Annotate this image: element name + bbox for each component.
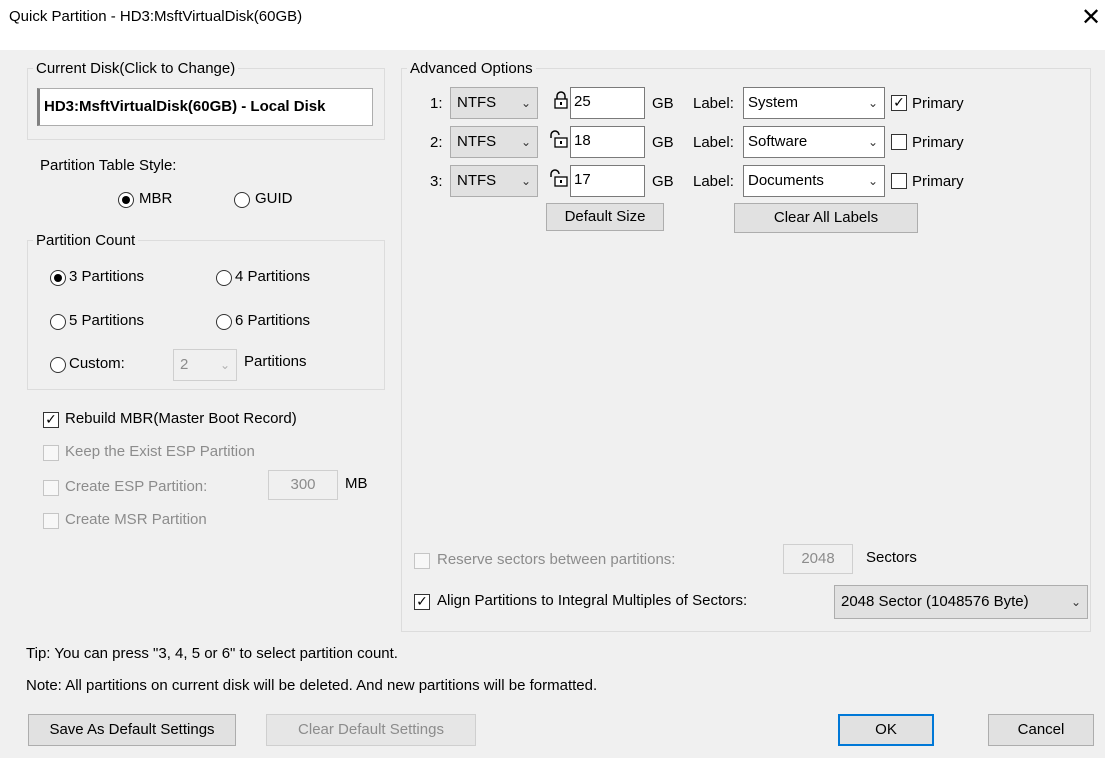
guid-radio[interactable]	[234, 192, 250, 208]
locked-icon[interactable]	[553, 90, 569, 110]
partition-1-size-input[interactable]: 25	[570, 87, 645, 119]
partition-3-label-prefix: Label:	[693, 173, 734, 190]
partition-2-size-unit: GB	[652, 134, 674, 151]
partition-2-fs: NTFS	[457, 133, 497, 150]
partition-3-primary-label: Primary	[912, 173, 964, 190]
five-partitions-radio[interactable]	[50, 314, 66, 330]
rebuild-mbr-checkbox[interactable]: ✓	[43, 412, 59, 428]
partition-2-label-prefix: Label:	[693, 134, 734, 151]
mbr-radio[interactable]	[118, 192, 134, 208]
partition-1-primary-checkbox[interactable]: ✓	[891, 95, 907, 111]
partition-2-primary-checkbox[interactable]	[891, 134, 907, 150]
partition-1-index: 1:	[430, 95, 443, 112]
partition-1-fs: NTFS	[457, 94, 497, 111]
four-partitions-label: 4 Partitions	[235, 268, 311, 285]
partition-2-label-value: Software	[748, 133, 808, 150]
esp-size-input[interactable]: 300	[268, 470, 338, 500]
rebuild-mbr-label: Rebuild MBR(Master Boot Record)	[65, 410, 297, 427]
window-title: Quick Partition - HD3:MsftVirtualDisk(60…	[9, 8, 303, 25]
create-esp-checkbox[interactable]	[43, 480, 59, 496]
partition-1-label-prefix: Label:	[693, 95, 734, 112]
three-partitions-label: 3 Partitions	[69, 268, 145, 285]
default-size-button[interactable]: Default Size	[546, 203, 664, 231]
partition-count-legend: Partition Count	[36, 232, 136, 249]
partition-table-style-label: Partition Table Style:	[40, 157, 177, 174]
reserve-sectors-unit: Sectors	[866, 549, 917, 566]
keep-esp-checkbox[interactable]	[43, 445, 59, 461]
partition-2-primary-label: Primary	[912, 134, 964, 151]
partition-1-label-value: System	[748, 94, 799, 111]
partition-3-fs: NTFS	[457, 172, 497, 189]
five-partitions-label: 5 Partitions	[69, 312, 145, 329]
esp-size-unit: MB	[345, 475, 368, 492]
chevron-down-icon: ⌄	[520, 96, 531, 110]
partition-3-primary-checkbox[interactable]	[891, 173, 907, 189]
unlocked-icon[interactable]	[549, 129, 569, 149]
align-sector-value: 2048 Sector (1048576 Byte)	[841, 593, 1029, 610]
chevron-down-icon: ⌄	[867, 96, 878, 110]
note-text: Note: All partitions on current disk wil…	[26, 677, 598, 694]
guid-radio-label: GUID	[255, 190, 293, 207]
clear-all-labels-button[interactable]: Clear All Labels	[734, 203, 918, 233]
partition-2-label-combo[interactable]: Software ⌄	[743, 126, 885, 158]
chevron-down-icon: ⌄	[520, 135, 531, 149]
align-partitions-checkbox[interactable]: ✓	[414, 594, 430, 610]
partition-2-index: 2:	[430, 134, 443, 151]
align-partitions-label: Align Partitions to Integral Multiples o…	[437, 592, 748, 609]
custom-count-dropdown[interactable]: 2 ⌄	[173, 349, 237, 381]
partition-2-fs-dropdown[interactable]: NTFS ⌄	[450, 126, 538, 158]
four-partitions-radio[interactable]	[216, 270, 232, 286]
mbr-radio-label: MBR	[139, 190, 173, 207]
partition-1-label-combo[interactable]: System ⌄	[743, 87, 885, 119]
current-disk-legend: Current Disk(Click to Change)	[36, 60, 236, 77]
reserve-sectors-input[interactable]: 2048	[783, 544, 853, 574]
tip-text: Tip: You can press "3, 4, 5 or 6" to sel…	[26, 645, 398, 662]
three-partitions-radio[interactable]	[50, 270, 66, 286]
current-disk-selector[interactable]: HD3:MsftVirtualDisk(60GB) - Local Disk	[37, 88, 373, 126]
chevron-down-icon: ⌄	[219, 358, 230, 372]
clear-default-button[interactable]: Clear Default Settings	[266, 714, 476, 746]
custom-partitions-suffix: Partitions	[244, 353, 307, 370]
partition-3-label-value: Documents	[748, 172, 824, 189]
partition-3-size-input[interactable]: 17	[570, 165, 645, 197]
ok-button[interactable]: OK	[838, 714, 934, 746]
create-msr-checkbox[interactable]	[43, 513, 59, 529]
align-sector-dropdown[interactable]: 2048 Sector (1048576 Byte) ⌄	[834, 585, 1088, 619]
partition-3-label-combo[interactable]: Documents ⌄	[743, 165, 885, 197]
chevron-down-icon: ⌄	[867, 135, 878, 149]
advanced-options-legend: Advanced Options	[410, 60, 533, 77]
six-partitions-label: 6 Partitions	[235, 312, 311, 329]
partition-1-size-unit: GB	[652, 95, 674, 112]
reserve-sectors-checkbox[interactable]	[414, 553, 430, 569]
create-msr-label: Create MSR Partition	[65, 511, 207, 528]
partition-3-fs-dropdown[interactable]: NTFS ⌄	[450, 165, 538, 197]
partition-3-index: 3:	[430, 173, 443, 190]
create-esp-label: Create ESP Partition:	[65, 478, 208, 495]
cancel-button[interactable]: Cancel	[988, 714, 1094, 746]
partition-1-primary-label: Primary	[912, 95, 964, 112]
partition-1-fs-dropdown[interactable]: NTFS ⌄	[450, 87, 538, 119]
chevron-down-icon: ⌄	[520, 174, 531, 188]
save-as-default-button[interactable]: Save As Default Settings	[28, 714, 236, 746]
keep-esp-label: Keep the Exist ESP Partition	[65, 443, 255, 460]
partition-3-size-unit: GB	[652, 173, 674, 190]
custom-partitions-radio[interactable]	[50, 357, 66, 373]
reserve-sectors-label: Reserve sectors between partitions:	[437, 551, 676, 568]
chevron-down-icon: ⌄	[867, 174, 878, 188]
close-icon[interactable]: ✕	[1078, 3, 1104, 33]
custom-partitions-label: Custom:	[69, 355, 125, 372]
six-partitions-radio[interactable]	[216, 314, 232, 330]
partition-2-size-input[interactable]: 18	[570, 126, 645, 158]
unlocked-icon[interactable]	[549, 168, 569, 188]
custom-count-value: 2	[180, 356, 189, 373]
chevron-down-icon: ⌄	[1070, 595, 1081, 609]
